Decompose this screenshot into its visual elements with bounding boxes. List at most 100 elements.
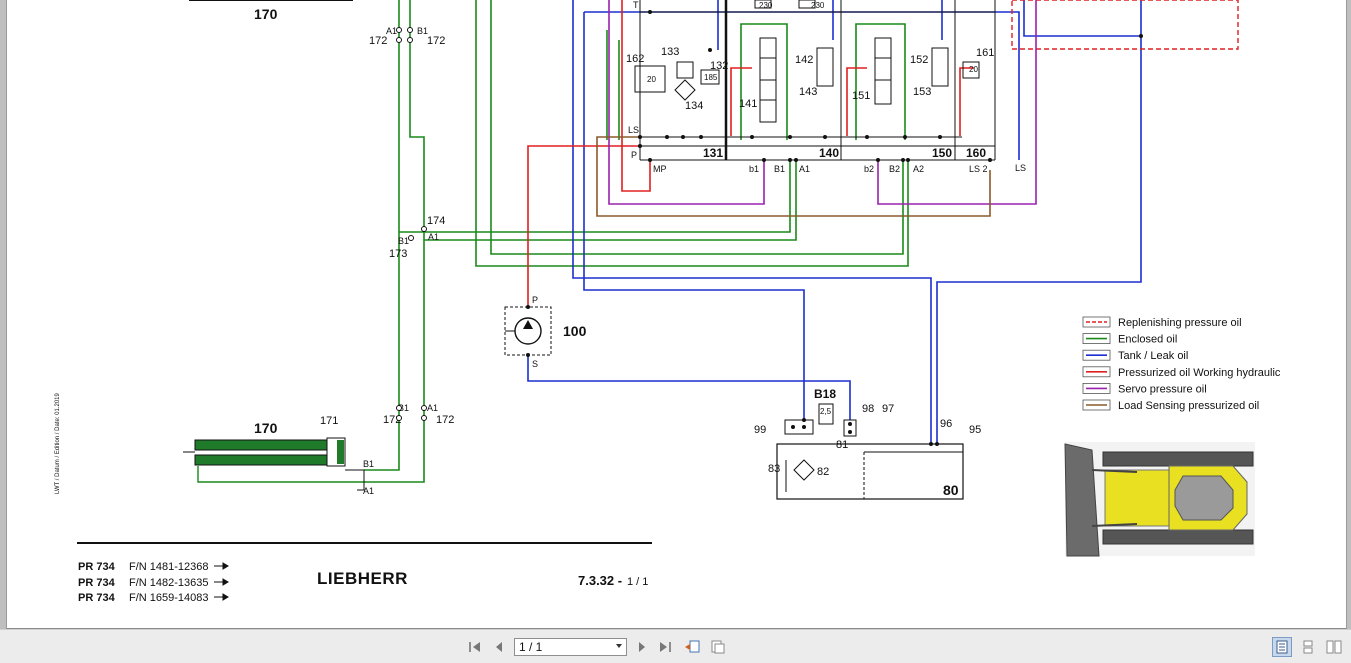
port-b1: B1: [774, 164, 785, 174]
port-b1-lower: b1: [749, 164, 759, 174]
label-230-a: 230: [759, 1, 773, 10]
port-b2-lower: b2: [864, 164, 874, 174]
label-162: 162: [626, 53, 644, 65]
section-140: 140: [819, 146, 839, 160]
label-143: 143: [799, 86, 817, 98]
section-150: 150: [932, 146, 952, 160]
port-ls: LS: [628, 125, 639, 135]
continuous-view-icon[interactable]: [1298, 637, 1318, 657]
sensor-b18: B18: [814, 387, 836, 401]
hose-a1-top: A1: [386, 26, 397, 36]
label-98: 98: [862, 403, 874, 415]
label-134: 134: [685, 100, 703, 112]
pump: [504, 305, 552, 357]
hose-172-tr: 172: [427, 35, 445, 47]
label-96: 96: [940, 418, 952, 430]
label-81: 81: [836, 439, 848, 451]
tank-oil-lines: [527, 0, 1142, 444]
prev-page-icon[interactable]: [490, 638, 508, 656]
label-99: 99: [754, 424, 766, 436]
footer-models: PR 734 F/N 1481-12368 PR 734 F/N 1482-13…: [78, 561, 209, 604]
cylinder-bottom-label: 170: [254, 420, 278, 436]
legend-label: Enclosed oil: [1118, 334, 1177, 346]
value-20: 20: [647, 75, 656, 84]
port-a2: A2: [913, 164, 924, 174]
hose-173: 173: [389, 248, 407, 260]
footer-fn-2: F/N 1482-13635: [129, 577, 209, 589]
label-230-b: 230: [811, 1, 825, 10]
legend: Replenishing pressure oil Enclosed oil Tan…: [1082, 316, 1281, 412]
page-reference-small: 1 / 1: [627, 576, 648, 588]
label-152: 152: [910, 54, 928, 66]
cylinder-bottom: [183, 437, 365, 491]
viewer-toolbar: 1 / 1: [0, 629, 1351, 663]
footer-model-1: PR 734: [78, 561, 116, 573]
footer-fn-3: F/N 1659-14083: [129, 592, 209, 604]
hose-172-br: 172: [436, 414, 454, 426]
port-b2: B2: [889, 164, 900, 174]
go-back-icon[interactable]: [683, 638, 701, 656]
last-page-icon[interactable]: [656, 638, 674, 656]
label-95: 95: [969, 424, 981, 436]
label-97: 97: [882, 403, 894, 415]
footer-model-3: PR 734: [78, 592, 116, 604]
go-forward-icon[interactable]: [709, 638, 727, 656]
legend-label: Tank / Leak oil: [1118, 350, 1188, 362]
footer-model-2: PR 734: [78, 577, 116, 589]
label-151: 151: [852, 90, 870, 102]
cyl-b1: B1: [363, 459, 374, 469]
label-83: 83: [768, 463, 780, 475]
page-number-select[interactable]: 1 / 1: [514, 638, 627, 656]
single-page-view-icon[interactable]: [1272, 637, 1292, 657]
label-142: 142: [795, 54, 813, 66]
page-number-value: 1 / 1: [519, 640, 543, 654]
tank-label: 80: [943, 482, 959, 498]
hose-174: 174: [427, 215, 445, 227]
label-153: 153: [913, 86, 931, 98]
dozer-illustration: [1064, 442, 1255, 557]
section-160: 160: [966, 146, 986, 160]
liebherr-logo: LIEBHERR: [317, 569, 408, 588]
port-mp: MP: [653, 164, 667, 174]
legend-label: Replenishing pressure oil: [1118, 317, 1242, 329]
hose-a1-low: A1: [427, 403, 438, 413]
port-a1: A1: [799, 164, 810, 174]
label-141: 141: [739, 98, 757, 110]
value-20b: 20: [969, 65, 978, 74]
next-page-icon[interactable]: [633, 638, 651, 656]
first-page-icon[interactable]: [466, 638, 484, 656]
footer-arrows: [214, 562, 229, 601]
footer-fn-1: F/N 1481-12368: [129, 561, 209, 573]
legend-label: Servo pressure oil: [1118, 383, 1207, 395]
document-page: 170 T LS P MP b1 B1 A1 b2 B2 A2 LS 2 LS …: [6, 0, 1347, 629]
hydraulic-schematic: 170 T LS P MP b1 B1 A1 b2 B2 A2 LS 2 LS …: [55, 0, 1281, 604]
facing-view-icon[interactable]: [1324, 637, 1344, 657]
pump-port-p: P: [532, 295, 538, 305]
label-132: 132: [710, 60, 728, 72]
chevron-down-icon: [616, 644, 622, 648]
legend-label: Load Sensing pressurized oil: [1118, 400, 1259, 412]
pump-label: 100: [563, 323, 587, 339]
legend-label: Pressurized oil Working hydraulic: [1118, 367, 1281, 379]
hose-couplings: [396, 27, 427, 421]
value-185: 185: [704, 73, 718, 82]
cyl-a1: A1: [363, 486, 374, 496]
page-reference: 7.3.32 -: [578, 573, 622, 588]
section-131: 131: [703, 146, 723, 160]
label-161: 161: [976, 47, 994, 59]
piston-171: 171: [320, 415, 338, 427]
edition-date-text: LWT / Datum / Edition / Date: 01.2019: [55, 393, 61, 494]
port-ls2: LS 2: [969, 164, 988, 174]
replenishing-box: [1011, 0, 1239, 50]
label-82: 82: [817, 466, 829, 478]
label-133: 133: [661, 46, 679, 58]
port-ls-out: LS: [1015, 163, 1026, 173]
hose-a1-mid: A1: [428, 232, 439, 242]
hose-172-tl: 172: [369, 35, 387, 47]
pressure-oil-lines: [527, 0, 974, 307]
pump-port-s: S: [532, 359, 538, 369]
port-t: T: [633, 0, 639, 10]
port-p: P: [631, 150, 637, 160]
cylinder-top-label: 170: [254, 6, 278, 22]
value-2-5: 2,5: [820, 407, 832, 416]
